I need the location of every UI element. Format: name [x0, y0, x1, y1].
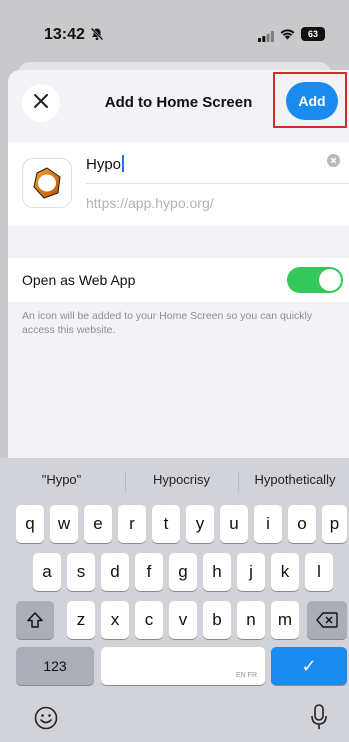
key[interactable]: y: [186, 505, 214, 543]
key[interactable]: i: [254, 505, 282, 543]
key[interactable]: u: [220, 505, 248, 543]
shift-icon: [27, 612, 43, 628]
key[interactable]: c: [135, 601, 163, 639]
key[interactable]: z: [67, 601, 95, 639]
status-time: 13:42: [44, 26, 85, 43]
key[interactable]: e: [84, 505, 112, 543]
key[interactable]: o: [288, 505, 316, 543]
status-bar: 13:42 63: [0, 0, 349, 62]
field-divider: [86, 183, 349, 184]
app-icon: [22, 158, 72, 208]
language-label: EN FR: [236, 672, 257, 679]
web-app-row: Open as Web App: [8, 258, 349, 302]
key[interactable]: q: [16, 505, 44, 543]
toggle-knob: [319, 269, 341, 291]
key[interactable]: w: [50, 505, 78, 543]
key[interactable]: r: [118, 505, 146, 543]
key[interactable]: b: [203, 601, 231, 639]
key[interactable]: t: [152, 505, 180, 543]
space-key[interactable]: EN FR: [101, 647, 265, 685]
key[interactable]: f: [135, 553, 163, 591]
key[interactable]: d: [101, 553, 129, 591]
text-cursor: [122, 155, 125, 172]
key[interactable]: g: [169, 553, 197, 591]
web-app-label: Open as Web App: [22, 272, 136, 288]
wifi-icon: [279, 27, 296, 45]
key[interactable]: v: [169, 601, 197, 639]
emoji-icon[interactable]: [34, 706, 58, 735]
key[interactable]: x: [101, 601, 129, 639]
suggestion-item[interactable]: "Hypo": [8, 472, 115, 487]
key[interactable]: s: [67, 553, 95, 591]
key[interactable]: j: [237, 553, 265, 591]
web-app-note: An icon will be added to your Home Scree…: [22, 310, 313, 336]
key[interactable]: a: [33, 553, 61, 591]
keyboard: "Hypo" Hypocrisy Hypothetically q w e r …: [0, 458, 349, 742]
suggestion-divider: [238, 472, 239, 492]
key[interactable]: h: [203, 553, 231, 591]
name-input[interactable]: Hypo: [86, 155, 125, 173]
bell-muted-icon: [90, 27, 104, 46]
backspace-key[interactable]: [307, 601, 347, 639]
suggestion-item[interactable]: Hypothetically: [241, 472, 349, 487]
key[interactable]: p: [322, 505, 347, 543]
name-card: Hypo https://app.hypo.org/: [8, 142, 349, 226]
shift-key[interactable]: [16, 601, 54, 639]
key[interactable]: l: [305, 553, 333, 591]
suggestion-divider: [125, 472, 126, 492]
cellular-signal-icon: [258, 29, 274, 47]
web-app-toggle[interactable]: [287, 267, 343, 293]
microphone-icon[interactable]: [310, 704, 328, 735]
clear-text-icon[interactable]: [327, 154, 340, 172]
key[interactable]: k: [271, 553, 299, 591]
url-label: https://app.hypo.org/: [86, 195, 214, 211]
name-input-text: Hypo: [86, 156, 122, 173]
return-key[interactable]: ✓: [271, 647, 347, 685]
numbers-key[interactable]: 123: [16, 647, 94, 685]
battery-icon: 63: [301, 27, 325, 41]
hypo-logo-icon: [33, 167, 61, 199]
key[interactable]: n: [237, 601, 265, 639]
add-button[interactable]: Add: [286, 82, 338, 120]
backspace-icon: [316, 612, 338, 628]
suggestion-bar: "Hypo" Hypocrisy Hypothetically: [0, 466, 349, 494]
key[interactable]: m: [271, 601, 299, 639]
suggestion-item[interactable]: Hypocrisy: [128, 472, 235, 487]
